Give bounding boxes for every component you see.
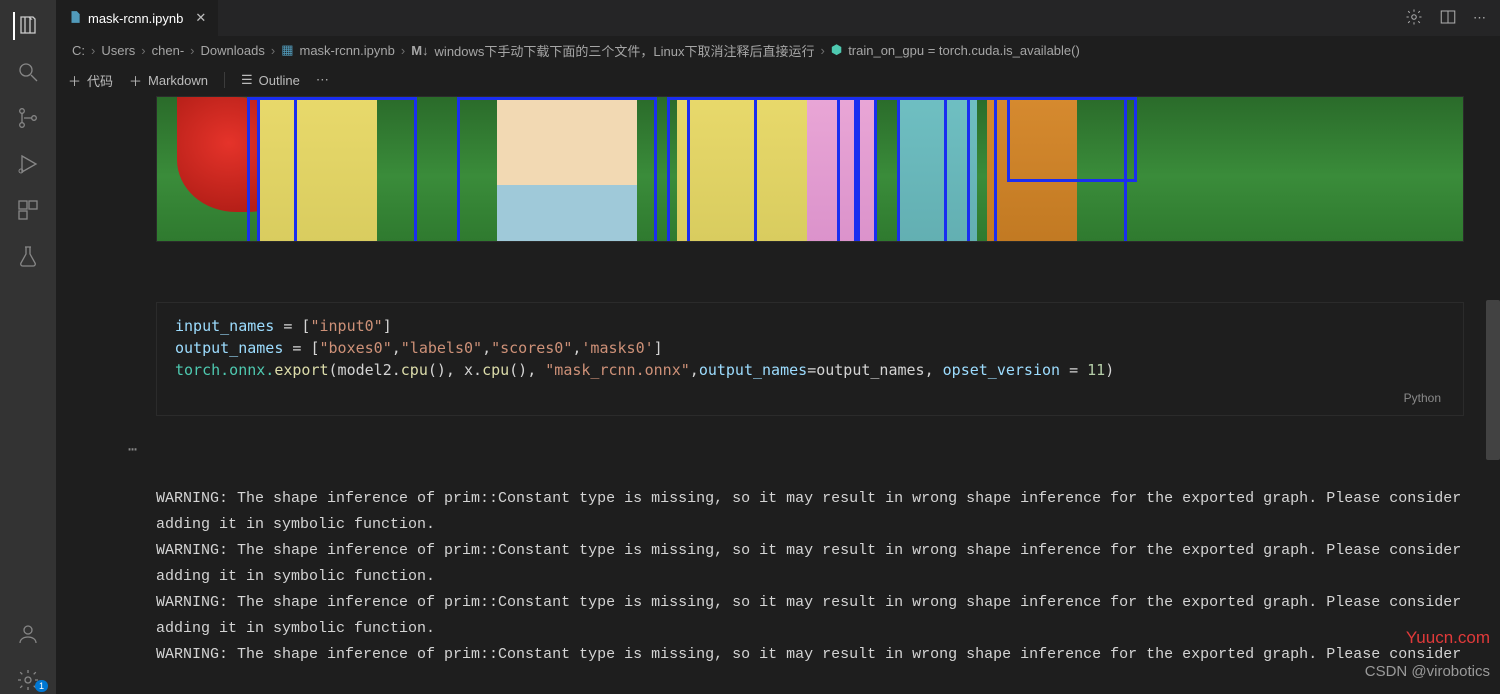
output-line: WARNING: The shape inference of prim::Co… [156, 542, 1470, 585]
add-code-button[interactable]: ＋ 代码 [68, 71, 113, 90]
add-markdown-label: Markdown [148, 73, 208, 88]
notebook-file-icon: ▦ [281, 42, 293, 58]
testing-icon[interactable] [14, 242, 42, 270]
markdown-icon: M↓ [411, 43, 428, 58]
run-debug-icon[interactable] [14, 150, 42, 178]
plus-icon: ＋ [129, 71, 142, 90]
code-cell[interactable]: input_names = ["input0"] output_names = … [156, 302, 1464, 416]
activity-bar: 1 [0, 0, 56, 694]
source-control-icon[interactable] [14, 104, 42, 132]
explorer-icon[interactable] [13, 12, 41, 40]
python-symbol-icon: ⬢ [831, 42, 842, 58]
bc-section[interactable]: windows下手动下载下面的三个文件，Linux下取消注释后直接运行 [435, 41, 815, 60]
tab-filename: mask-rcnn.ipynb [88, 11, 183, 26]
bc-file[interactable]: mask-rcnn.ipynb [299, 43, 394, 58]
cell-language-label[interactable]: Python [175, 381, 1445, 411]
outline-label: Outline [259, 73, 300, 88]
output-line: WARNING: The shape inference of prim::Co… [156, 594, 1470, 637]
bc-part[interactable]: Downloads [201, 43, 265, 58]
bc-symbol[interactable]: train_on_gpu = torch.cuda.is_available() [848, 43, 1080, 58]
output-line: WARNING: The shape inference of prim::Co… [156, 646, 1461, 663]
breadcrumb[interactable]: C:› Users› chen-› Downloads› ▦ mask-rcnn… [56, 36, 1500, 64]
gear-icon[interactable] [1405, 8, 1423, 29]
code-content[interactable]: input_names = ["input0"] output_names = … [175, 315, 1445, 381]
notebook-toolbar: ＋ 代码 ＋ Markdown ☰ Outline ⋯ [56, 64, 1500, 96]
watermark-author: CSDN @virobotics [1365, 663, 1490, 680]
search-icon[interactable] [14, 58, 42, 86]
split-editor-icon[interactable] [1439, 8, 1457, 29]
settings-badge: 1 [35, 680, 48, 692]
scrollbar-thumb[interactable] [1486, 300, 1500, 460]
close-icon[interactable]: ✕ [195, 10, 206, 26]
output-line: WARNING: The shape inference of prim::Co… [156, 490, 1470, 533]
cell-collapse-icon[interactable]: ⋯ [128, 438, 138, 464]
bc-part[interactable]: Users [101, 43, 135, 58]
bc-part[interactable]: chen- [152, 43, 185, 58]
watermark-site: Yuucn.com [1406, 628, 1490, 648]
toolbar-more-icon[interactable]: ⋯ [316, 72, 331, 88]
more-icon[interactable]: ⋯ [1473, 10, 1486, 26]
extensions-icon[interactable] [14, 196, 42, 224]
add-markdown-button[interactable]: ＋ Markdown [129, 71, 208, 90]
bc-part[interactable]: C: [72, 43, 85, 58]
editor-tab[interactable]: mask-rcnn.ipynb ✕ [56, 0, 219, 36]
cell-output-text: ⋯ WARNING: The shape inference of prim::… [156, 434, 1464, 694]
divider [224, 72, 225, 88]
notebook-content: input_names = ["input0"] output_names = … [56, 96, 1500, 694]
outline-button[interactable]: ☰ Outline [241, 72, 300, 88]
list-icon: ☰ [241, 72, 253, 88]
tab-bar: mask-rcnn.ipynb ✕ ⋯ [56, 0, 1500, 36]
add-code-label: 代码 [87, 71, 113, 90]
notebook-file-icon [68, 10, 82, 27]
account-icon[interactable] [14, 620, 42, 648]
editor-main: mask-rcnn.ipynb ✕ ⋯ C:› Users› chen-› Do… [56, 0, 1500, 694]
cell-output-image [156, 96, 1464, 242]
plus-icon: ＋ [68, 71, 81, 90]
